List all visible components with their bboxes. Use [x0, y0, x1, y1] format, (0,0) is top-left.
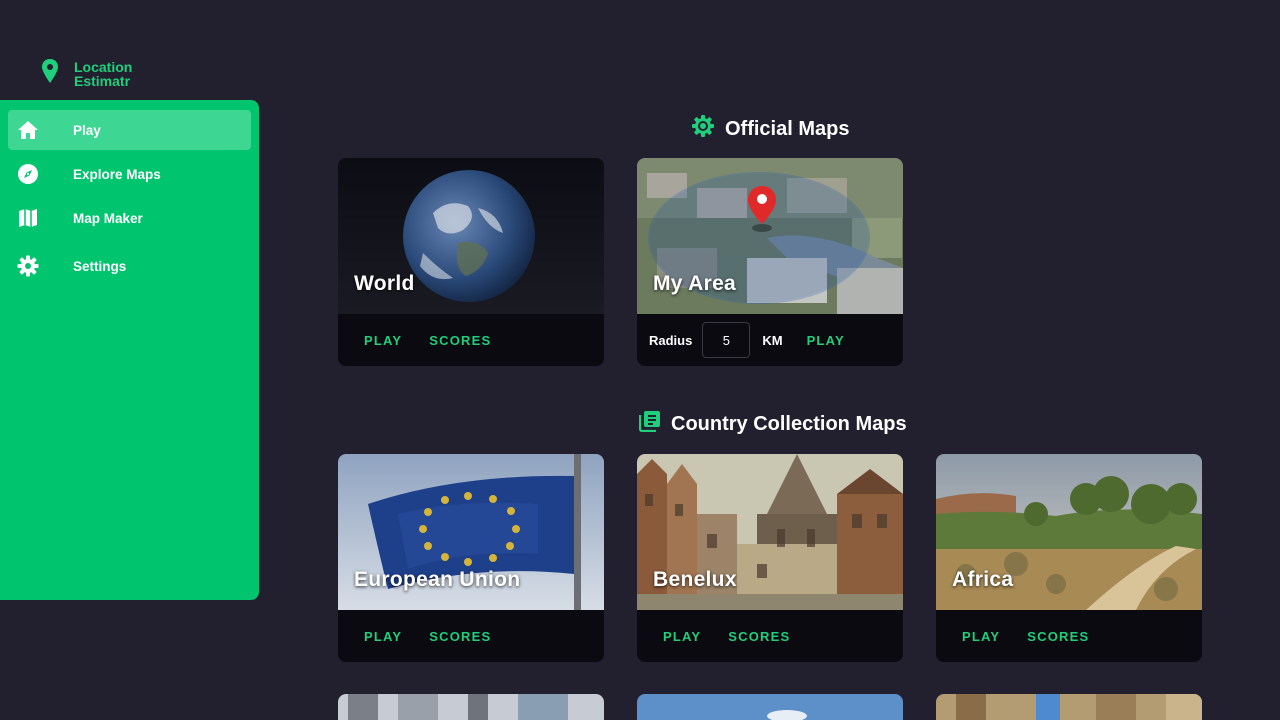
map-card-partial[interactable]	[936, 694, 1202, 720]
home-icon	[8, 120, 48, 140]
sidebar-item-label: Settings	[73, 258, 127, 274]
my-area-thumbnail: My Area	[637, 158, 903, 314]
radius-label: Radius	[649, 332, 693, 348]
map-card-european-union[interactable]: European Union PLAY SCORES	[338, 454, 604, 662]
card-thumbnail	[338, 694, 604, 720]
collection-icon	[638, 410, 661, 438]
radius-input[interactable]	[702, 322, 751, 358]
scores-link[interactable]: SCORES	[728, 629, 790, 644]
sidebar-item-label: Map Maker	[73, 210, 143, 226]
card-actions: PLAY SCORES	[338, 314, 604, 366]
sidebar-item-label: Explore Maps	[73, 166, 161, 182]
scores-link[interactable]: SCORES	[1027, 629, 1089, 644]
card-title: World	[354, 272, 415, 295]
world-thumbnail: World	[338, 158, 604, 314]
km-unit-label: KM	[762, 332, 783, 348]
map-card-partial[interactable]	[637, 694, 903, 720]
card-thumbnail	[637, 694, 903, 720]
eu-thumbnail: European Union	[338, 454, 604, 610]
card-thumbnail	[936, 694, 1202, 720]
app-logo[interactable]: Location Estimatr	[40, 58, 132, 89]
scores-link[interactable]: SCORES	[429, 629, 491, 644]
card-title: Benelux	[653, 568, 737, 591]
card-title: European Union	[354, 568, 521, 591]
sidebar-item-map-maker[interactable]: Map Maker	[8, 198, 251, 238]
sidebar-item-play[interactable]: Play	[8, 110, 251, 150]
play-link[interactable]: PLAY	[962, 629, 1000, 644]
map-card-benelux[interactable]: Benelux PLAY SCORES	[637, 454, 903, 662]
map-card-my-area[interactable]: My Area Radius KM PLAY	[637, 158, 903, 366]
benelux-thumbnail: Benelux	[637, 454, 903, 610]
sidebar-item-label: Play	[73, 122, 101, 138]
card-actions: PLAY SCORES	[936, 610, 1202, 662]
map-card-world[interactable]: World PLAY SCORES	[338, 158, 604, 366]
play-link[interactable]: PLAY	[364, 629, 402, 644]
section-title: Official Maps	[725, 117, 850, 140]
card-actions: PLAY SCORES	[637, 610, 903, 662]
play-link[interactable]: PLAY	[807, 333, 845, 348]
map-card-partial[interactable]	[338, 694, 604, 720]
map-card-africa[interactable]: Africa PLAY SCORES	[936, 454, 1202, 662]
play-link[interactable]: PLAY	[364, 333, 402, 348]
sidebar-item-settings[interactable]: Settings	[8, 246, 251, 286]
card-actions: PLAY SCORES	[338, 610, 604, 662]
scores-link[interactable]: SCORES	[429, 333, 491, 348]
play-link[interactable]: PLAY	[663, 629, 701, 644]
map-icon	[8, 208, 48, 228]
sidebar: Play Explore Maps Map Maker Settings	[0, 100, 259, 600]
location-pin-icon	[40, 58, 60, 89]
gear-icon	[8, 255, 48, 277]
card-title: My Area	[653, 272, 737, 295]
country-collection-heading: Country Collection Maps	[638, 410, 907, 438]
card-title: Africa	[952, 568, 1014, 591]
official-maps-heading: Official Maps	[691, 114, 849, 144]
app-name: Location Estimatr	[74, 58, 133, 89]
section-title: Country Collection Maps	[671, 412, 907, 435]
sidebar-item-explore-maps[interactable]: Explore Maps	[8, 154, 251, 194]
africa-thumbnail: Africa	[936, 454, 1202, 610]
radius-controls: Radius KM PLAY	[637, 314, 903, 366]
settings-cog-icon	[691, 114, 715, 144]
compass-icon	[8, 163, 48, 185]
